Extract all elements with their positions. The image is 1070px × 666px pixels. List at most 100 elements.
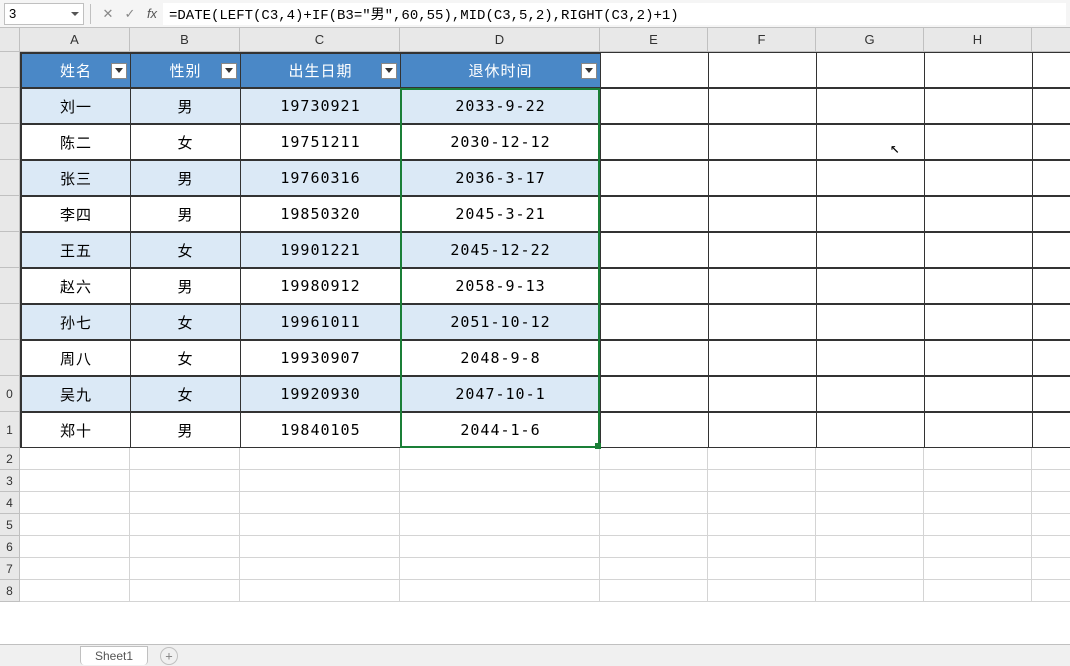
cell-H3[interactable] bbox=[925, 125, 1033, 160]
sheet-tab[interactable]: Sheet1 bbox=[80, 646, 148, 665]
cell-C15[interactable] bbox=[240, 514, 400, 536]
confirm-formula-button[interactable]: ✓ bbox=[119, 3, 141, 25]
cell-H5[interactable] bbox=[925, 197, 1033, 232]
cell-G10[interactable] bbox=[817, 377, 925, 412]
cell-H11[interactable] bbox=[925, 413, 1033, 448]
cell-G6[interactable] bbox=[817, 233, 925, 268]
cell-D14[interactable] bbox=[400, 492, 600, 514]
cell-G14[interactable] bbox=[816, 492, 924, 514]
cell-D13[interactable] bbox=[400, 470, 600, 492]
row-header-16[interactable]: 6 bbox=[0, 536, 20, 558]
column-header-G[interactable]: G bbox=[816, 28, 924, 52]
cell-E11[interactable] bbox=[601, 413, 709, 448]
cell-B2[interactable]: 男 bbox=[131, 89, 241, 124]
name-box[interactable]: 3 bbox=[4, 3, 84, 25]
column-header-B[interactable]: B bbox=[130, 28, 240, 52]
cell-C6[interactable]: 19901221 bbox=[241, 233, 401, 268]
cell-A2[interactable]: 刘一 bbox=[21, 89, 131, 124]
row-header-5[interactable] bbox=[0, 196, 20, 232]
cell-C7[interactable]: 19980912 bbox=[241, 269, 401, 304]
cell-D6[interactable]: 2045-12-22 bbox=[401, 233, 601, 268]
cell-E12[interactable] bbox=[600, 448, 708, 470]
cell-D3[interactable]: 2030-12-12 bbox=[401, 125, 601, 160]
cell-F6[interactable] bbox=[709, 233, 817, 268]
cell-F5[interactable] bbox=[709, 197, 817, 232]
cell-G18[interactable] bbox=[816, 580, 924, 602]
cell-G4[interactable] bbox=[817, 161, 925, 196]
cell-G16[interactable] bbox=[816, 536, 924, 558]
cell-H13[interactable] bbox=[924, 470, 1032, 492]
cell-H17[interactable] bbox=[924, 558, 1032, 580]
cell-E4[interactable] bbox=[601, 161, 709, 196]
cell-D12[interactable] bbox=[400, 448, 600, 470]
cell-E5[interactable] bbox=[601, 197, 709, 232]
cell-I15[interactable] bbox=[1032, 514, 1070, 536]
cell-I8[interactable] bbox=[1033, 305, 1070, 340]
spreadsheet-grid[interactable]: ABCDEFGHI 012345678 姓名性别出生日期退休时间刘一男19730… bbox=[0, 28, 1070, 644]
cell-I16[interactable] bbox=[1032, 536, 1070, 558]
cell-I11[interactable] bbox=[1033, 413, 1070, 448]
row-header-8[interactable] bbox=[0, 304, 20, 340]
cell-G2[interactable] bbox=[817, 89, 925, 124]
cell-A7[interactable]: 赵六 bbox=[21, 269, 131, 304]
cell-B3[interactable]: 女 bbox=[131, 125, 241, 160]
cell-I2[interactable] bbox=[1033, 89, 1070, 124]
cell-B12[interactable] bbox=[130, 448, 240, 470]
row-header-17[interactable]: 7 bbox=[0, 558, 20, 580]
cell-D2[interactable]: 2033-9-22 bbox=[401, 89, 601, 124]
filter-button[interactable] bbox=[111, 63, 127, 79]
cell-E2[interactable] bbox=[601, 89, 709, 124]
cell-F4[interactable] bbox=[709, 161, 817, 196]
cell-D10[interactable]: 2047-10-1 bbox=[401, 377, 601, 412]
row-header-18[interactable]: 8 bbox=[0, 580, 20, 602]
cell-E17[interactable] bbox=[600, 558, 708, 580]
cell-A12[interactable] bbox=[20, 448, 130, 470]
cell-D5[interactable]: 2045-3-21 bbox=[401, 197, 601, 232]
cell-G17[interactable] bbox=[816, 558, 924, 580]
cell-B7[interactable]: 男 bbox=[131, 269, 241, 304]
row-header-6[interactable] bbox=[0, 232, 20, 268]
cell-H4[interactable] bbox=[925, 161, 1033, 196]
column-header-D[interactable]: D bbox=[400, 28, 600, 52]
cell-D15[interactable] bbox=[400, 514, 600, 536]
cell-G12[interactable] bbox=[816, 448, 924, 470]
column-header-C[interactable]: C bbox=[240, 28, 400, 52]
cell-I1[interactable] bbox=[1033, 53, 1070, 88]
cell-F15[interactable] bbox=[708, 514, 816, 536]
cell-H9[interactable] bbox=[925, 341, 1033, 376]
chevron-down-icon[interactable] bbox=[71, 12, 79, 16]
cell-G7[interactable] bbox=[817, 269, 925, 304]
cell-G8[interactable] bbox=[817, 305, 925, 340]
cell-C5[interactable]: 19850320 bbox=[241, 197, 401, 232]
cell-B10[interactable]: 女 bbox=[131, 377, 241, 412]
cell-F1[interactable] bbox=[709, 53, 817, 88]
cell-A3[interactable]: 陈二 bbox=[21, 125, 131, 160]
cell-E6[interactable] bbox=[601, 233, 709, 268]
cell-I5[interactable] bbox=[1033, 197, 1070, 232]
cell-B16[interactable] bbox=[130, 536, 240, 558]
cell-E14[interactable] bbox=[600, 492, 708, 514]
cell-F13[interactable] bbox=[708, 470, 816, 492]
cell-B1[interactable]: 性别 bbox=[131, 53, 241, 88]
cell-A15[interactable] bbox=[20, 514, 130, 536]
cell-B6[interactable]: 女 bbox=[131, 233, 241, 268]
cell-E16[interactable] bbox=[600, 536, 708, 558]
cancel-formula-button[interactable]: ✕ bbox=[97, 3, 119, 25]
grid-body[interactable]: 姓名性别出生日期退休时间刘一男197309212033-9-22陈二女19751… bbox=[20, 52, 1070, 602]
cell-F2[interactable] bbox=[709, 89, 817, 124]
row-header-11[interactable]: 1 bbox=[0, 412, 20, 448]
cell-E18[interactable] bbox=[600, 580, 708, 602]
fx-button[interactable]: fx bbox=[141, 3, 163, 25]
cell-A17[interactable] bbox=[20, 558, 130, 580]
cell-B18[interactable] bbox=[130, 580, 240, 602]
cell-E8[interactable] bbox=[601, 305, 709, 340]
cell-A10[interactable]: 吴九 bbox=[21, 377, 131, 412]
cell-C11[interactable]: 19840105 bbox=[241, 413, 401, 448]
cell-C16[interactable] bbox=[240, 536, 400, 558]
column-header-A[interactable]: A bbox=[20, 28, 130, 52]
cell-B13[interactable] bbox=[130, 470, 240, 492]
cell-G3[interactable] bbox=[817, 125, 925, 160]
cell-H10[interactable] bbox=[925, 377, 1033, 412]
cell-C13[interactable] bbox=[240, 470, 400, 492]
cell-C14[interactable] bbox=[240, 492, 400, 514]
